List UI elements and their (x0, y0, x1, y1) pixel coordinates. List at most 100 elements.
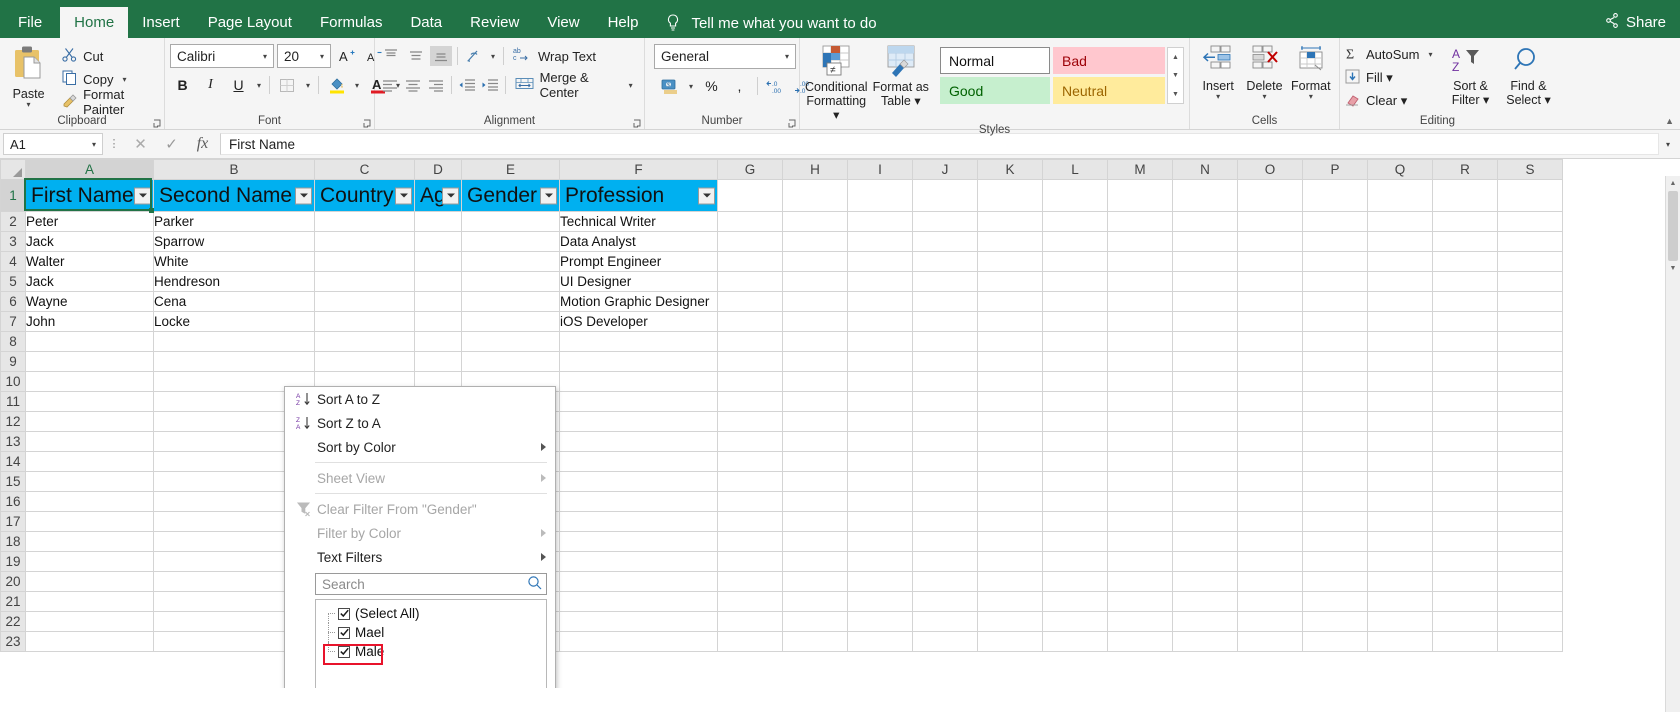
filter-value-item[interactable]: (Select All) (316, 604, 546, 623)
cell-G19[interactable] (717, 551, 783, 572)
cell-N14[interactable] (1172, 451, 1238, 472)
cell-Q20[interactable] (1367, 571, 1433, 592)
conditional-formatting-button[interactable]: ≠ Conditional Formatting ▾ (805, 43, 868, 122)
cell-R9[interactable] (1432, 351, 1498, 372)
row-header-5[interactable]: 5 (0, 271, 26, 292)
cell-F5[interactable]: UI Designer (559, 271, 718, 292)
cell-N16[interactable] (1172, 491, 1238, 512)
cell-F7[interactable]: iOS Developer (559, 311, 718, 332)
tab-page-layout[interactable]: Page Layout (194, 8, 306, 38)
cell-K7[interactable] (977, 311, 1043, 332)
cell-G10[interactable] (717, 371, 783, 392)
cell-J20[interactable] (912, 571, 978, 592)
row-header-12[interactable]: 12 (0, 411, 26, 432)
cell-S13[interactable] (1497, 431, 1563, 452)
cell-K22[interactable] (977, 611, 1043, 632)
column-header-S[interactable]: S (1497, 159, 1563, 180)
checkbox[interactable] (338, 607, 350, 620)
font-dialog-launcher[interactable] (363, 119, 372, 128)
delete-cells-button[interactable]: Delete ▾ (1241, 43, 1287, 101)
column-header-H[interactable]: H (782, 159, 848, 180)
cell-Q6[interactable] (1367, 291, 1433, 312)
row-header-16[interactable]: 16 (0, 491, 26, 512)
cell-I11[interactable] (847, 391, 913, 412)
cell-H16[interactable] (782, 491, 848, 512)
cell-A20[interactable] (25, 571, 154, 592)
cell-R4[interactable] (1432, 251, 1498, 272)
cell-O21[interactable] (1237, 591, 1303, 612)
cell-C7[interactable] (314, 311, 415, 332)
cell-Q21[interactable] (1367, 591, 1433, 612)
underline-button[interactable]: U (226, 73, 251, 97)
cell-G3[interactable] (717, 231, 783, 252)
cell-P7[interactable] (1302, 311, 1368, 332)
chevron-down-icon[interactable]: ▾ (1216, 93, 1220, 101)
cell-A16[interactable] (25, 491, 154, 512)
cell-P12[interactable] (1302, 411, 1368, 432)
cell-P10[interactable] (1302, 371, 1368, 392)
cell-M11[interactable] (1107, 391, 1173, 412)
cell-L16[interactable] (1042, 491, 1108, 512)
cell-A6[interactable]: Wayne (25, 291, 154, 312)
cell-K3[interactable] (977, 231, 1043, 252)
cell-I15[interactable] (847, 471, 913, 492)
cell-F11[interactable] (559, 391, 718, 412)
cell-K18[interactable] (977, 531, 1043, 552)
cell-J8[interactable] (912, 331, 978, 352)
cell-E3[interactable] (461, 231, 560, 252)
sort-and-filter-button[interactable]: A Z Sort & Filter ▾ (1441, 44, 1499, 107)
cell-R10[interactable] (1432, 371, 1498, 392)
cell-P1[interactable] (1302, 179, 1368, 212)
cell-J23[interactable] (912, 631, 978, 652)
cell-Q12[interactable] (1367, 411, 1433, 432)
cell-L6[interactable] (1042, 291, 1108, 312)
cell-M4[interactable] (1107, 251, 1173, 272)
cell-M1[interactable] (1107, 179, 1173, 212)
cell-I13[interactable] (847, 431, 913, 452)
collapse-ribbon-icon[interactable]: ▲ (1665, 116, 1674, 126)
cell-Q9[interactable] (1367, 351, 1433, 372)
cell-I14[interactable] (847, 451, 913, 472)
cell-H3[interactable] (782, 231, 848, 252)
cell-H4[interactable] (782, 251, 848, 272)
cell-Q15[interactable] (1367, 471, 1433, 492)
cell-I16[interactable] (847, 491, 913, 512)
filter-arrow-first-name[interactable] (134, 187, 151, 204)
cell-K20[interactable] (977, 571, 1043, 592)
cell-E5[interactable] (461, 271, 560, 292)
cell-F17[interactable] (559, 511, 718, 532)
cell-B4[interactable]: White (153, 251, 315, 272)
cell-N4[interactable] (1172, 251, 1238, 272)
cell-G13[interactable] (717, 431, 783, 452)
cell-F23[interactable] (559, 631, 718, 652)
cut-button[interactable]: Cut (62, 46, 159, 66)
cell-I12[interactable] (847, 411, 913, 432)
cell-D8[interactable] (414, 331, 462, 352)
styles-gallery-scroll[interactable]: ▲ ▼ ▼ (1167, 47, 1184, 104)
cell-J21[interactable] (912, 591, 978, 612)
cell-P15[interactable] (1302, 471, 1368, 492)
cell-E6[interactable] (461, 291, 560, 312)
cell-A13[interactable] (25, 431, 154, 452)
chevron-down-icon[interactable]: ▾ (119, 75, 129, 84)
cell-F12[interactable] (559, 411, 718, 432)
cell-L7[interactable] (1042, 311, 1108, 332)
cell-M5[interactable] (1107, 271, 1173, 292)
cell-L1[interactable] (1042, 179, 1108, 212)
cell-F10[interactable] (559, 371, 718, 392)
cell-A21[interactable] (25, 591, 154, 612)
column-header-I[interactable]: I (847, 159, 913, 180)
cell-G15[interactable] (717, 471, 783, 492)
cell-S9[interactable] (1497, 351, 1563, 372)
clear-button[interactable]: Clear ▾ (1345, 90, 1435, 111)
cell-R12[interactable] (1432, 411, 1498, 432)
cell-R20[interactable] (1432, 571, 1498, 592)
cell-P9[interactable] (1302, 351, 1368, 372)
tab-help[interactable]: Help (594, 8, 653, 38)
column-header-F[interactable]: F (559, 159, 718, 180)
cell-S21[interactable] (1497, 591, 1563, 612)
chevron-down-icon[interactable]: ▾ (27, 101, 31, 109)
cell-L23[interactable] (1042, 631, 1108, 652)
cell-S18[interactable] (1497, 531, 1563, 552)
cell-C4[interactable] (314, 251, 415, 272)
